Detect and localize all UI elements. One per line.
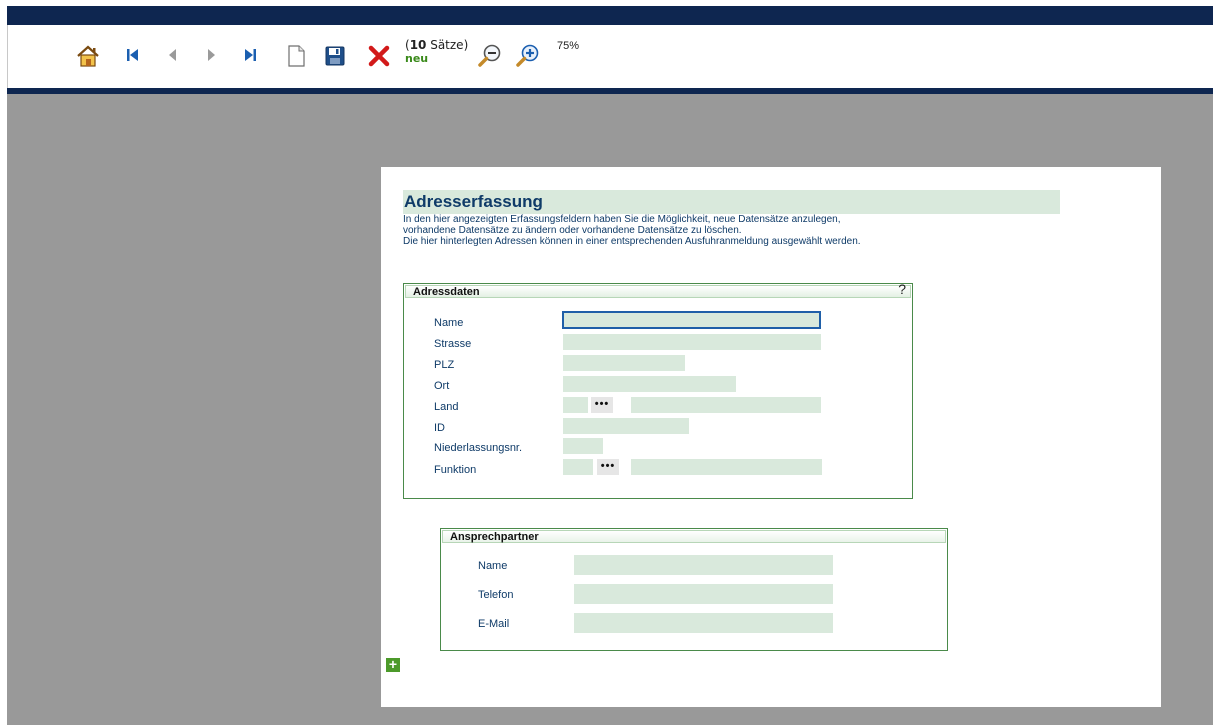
- zoom-in-icon: [516, 44, 539, 67]
- page-description: In den hier angezeigten Erfassungsfelder…: [403, 214, 1043, 247]
- description-line: In den hier angezeigten Erfassungsfelder…: [403, 214, 841, 225]
- section-title: Adressdaten: [413, 286, 480, 298]
- funktion-lookup-button[interactable]: •••: [597, 459, 619, 475]
- record-count: (10 Sätze) neu: [405, 38, 469, 66]
- home-button[interactable]: [76, 44, 100, 68]
- zoom-out-icon: [478, 44, 501, 67]
- zoom-level: 75%: [557, 40, 580, 52]
- form-page: Adresserfassung In den hier angezeigten …: [381, 167, 1161, 707]
- funktion-name-input[interactable]: [631, 459, 822, 475]
- description-line: vorhandene Datensätze zu ändern oder vor…: [403, 225, 742, 236]
- telefon-label: Telefon: [478, 589, 514, 601]
- strasse-input[interactable]: [563, 334, 821, 350]
- ort-label: Ort: [434, 380, 450, 392]
- add-contact-button[interactable]: +: [386, 657, 400, 672]
- funktion-label: Funktion: [434, 464, 477, 476]
- previous-record-icon: [169, 49, 176, 61]
- section-header: Ansprechpartner: [442, 530, 946, 543]
- record-status: neu: [405, 52, 429, 65]
- adressdaten-section: Adressdaten ? Name Strasse PLZ Ort Land …: [403, 282, 913, 499]
- delete-button[interactable]: [367, 44, 391, 68]
- niederlassung-input[interactable]: [563, 438, 603, 454]
- previous-record-button[interactable]: [164, 44, 180, 66]
- name-input[interactable]: [562, 311, 821, 329]
- toolbar: [7, 25, 1213, 88]
- contact-name-input[interactable]: [574, 555, 833, 575]
- ort-input[interactable]: [563, 376, 736, 392]
- zoom-out-button[interactable]: [477, 43, 503, 69]
- first-record-button[interactable]: [123, 44, 141, 66]
- plz-input[interactable]: [563, 355, 685, 371]
- section-header: Adressdaten ?: [405, 282, 911, 298]
- section-title: Ansprechpartner: [450, 531, 539, 543]
- land-lookup-button[interactable]: •••: [591, 397, 613, 413]
- telefon-input[interactable]: [574, 584, 833, 604]
- strasse-label: Strasse: [434, 338, 472, 350]
- niederlassung-label: Niederlassungsnr.: [434, 442, 523, 454]
- land-name-input[interactable]: [631, 397, 821, 413]
- id-label: ID: [434, 422, 445, 434]
- next-record-icon: [208, 49, 215, 61]
- top-header-bar: [7, 6, 1213, 25]
- last-record-icon: [245, 49, 256, 61]
- first-record-icon: [127, 49, 138, 61]
- email-label: E-Mail: [478, 618, 510, 630]
- last-record-button[interactable]: [242, 44, 260, 66]
- record-count-number: 10: [409, 38, 427, 52]
- ansprechpartner-section: Ansprechpartner Name Telefon E-Mail: [440, 528, 948, 651]
- help-button[interactable]: ?: [898, 282, 906, 296]
- land-code-input[interactable]: [563, 397, 588, 413]
- new-record-button[interactable]: [286, 44, 306, 68]
- id-input[interactable]: [563, 418, 689, 434]
- description-line: Die hier hinterlegten Adressen können in…: [403, 236, 861, 247]
- home-icon: [77, 45, 99, 67]
- name-label: Name: [434, 317, 464, 329]
- funktion-code-input[interactable]: [563, 459, 593, 475]
- zoom-in-button[interactable]: [515, 43, 541, 69]
- plz-label: PLZ: [434, 359, 455, 371]
- save-icon: [325, 46, 345, 66]
- page-title: Adresserfassung: [403, 190, 1060, 214]
- delete-icon: [368, 45, 390, 67]
- land-label: Land: [434, 401, 459, 413]
- email-input[interactable]: [574, 613, 833, 633]
- new-document-icon: [288, 45, 305, 67]
- next-record-button[interactable]: [204, 44, 220, 66]
- save-button[interactable]: [324, 44, 346, 68]
- contact-name-label: Name: [478, 560, 508, 572]
